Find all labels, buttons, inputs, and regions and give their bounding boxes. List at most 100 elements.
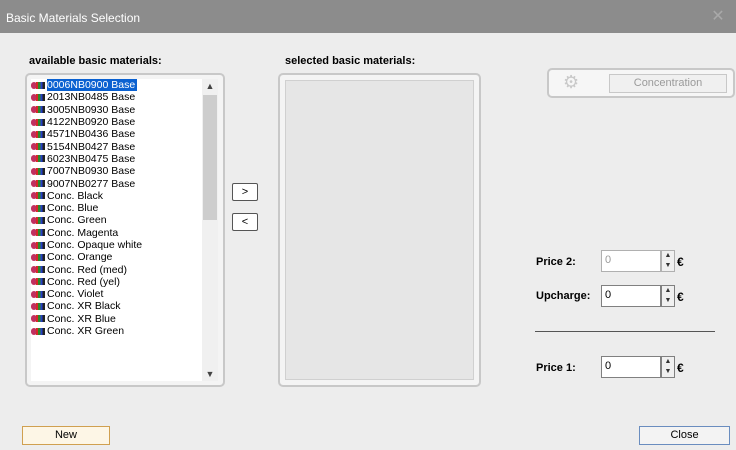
list-item-label: Conc. XR Green [47, 325, 125, 338]
new-button[interactable]: New [22, 426, 110, 445]
material-icon [31, 290, 45, 299]
list-item-label: 3005NB0930 Base [47, 103, 136, 116]
list-item-label: 7007NB0930 Base [47, 165, 136, 178]
list-item[interactable]: 4571NB0436 Base [31, 128, 218, 140]
scroll-up-icon[interactable]: ▲ [202, 79, 218, 93]
material-icon [31, 265, 45, 274]
list-item[interactable]: 5154NB0427 Base [31, 140, 218, 153]
list-item[interactable]: Conc. XR Green [31, 325, 218, 337]
material-icon [31, 142, 45, 151]
price2-label: Price 2: [536, 256, 576, 268]
list-item-label: 4571NB0436 Base [47, 128, 136, 141]
material-icon [31, 130, 45, 139]
list-item[interactable]: Conc. Orange [31, 251, 218, 263]
upcharge-currency: € [677, 290, 684, 304]
remove-material-button[interactable]: < [232, 213, 258, 231]
close-button[interactable]: Close [639, 426, 730, 445]
list-item-label: 5154NB0427 Base [47, 140, 136, 153]
list-item[interactable]: 7007NB0930 Base [31, 165, 218, 177]
available-list-scrollbar[interactable]: ▲ ▼ [202, 79, 218, 381]
list-item-label: 2013NB0485 Base [47, 91, 136, 104]
list-item[interactable]: 2013NB0485 Base [31, 91, 218, 103]
add-material-button[interactable]: > [232, 183, 258, 201]
list-item[interactable]: Conc. Opaque white [31, 239, 218, 251]
list-item[interactable]: 4122NB0920 Base [31, 116, 218, 128]
price2-field[interactable]: 0 [601, 250, 661, 272]
list-item[interactable]: Conc. Violet [31, 288, 218, 300]
material-icon [31, 154, 45, 163]
material-icon [31, 228, 45, 237]
price-divider [535, 331, 715, 332]
upcharge-field[interactable]: 0 [601, 285, 661, 307]
close-icon[interactable]: ✕ [708, 7, 728, 27]
material-icon [31, 327, 45, 336]
available-materials-label: available basic materials: [29, 55, 162, 67]
list-item[interactable]: Conc. Blue [31, 202, 218, 214]
material-icon [31, 216, 45, 225]
list-item-label: 9007NB0277 Base [47, 177, 136, 190]
price1-stepper[interactable]: ▲ ▼ [661, 356, 675, 378]
material-icon [31, 167, 45, 176]
list-item-label: Conc. Red (med) [47, 263, 127, 276]
list-item-label: Conc. XR Blue [47, 312, 116, 325]
list-item[interactable]: 6023NB0475 Base [31, 153, 218, 165]
upcharge-stepper[interactable]: ▲ ▼ [661, 285, 675, 307]
list-item[interactable]: Conc. XR Blue [31, 313, 218, 325]
window-title: Basic Materials Selection [6, 11, 141, 25]
list-item[interactable]: Conc. XR Black [31, 300, 218, 312]
material-icon [31, 179, 45, 188]
price2-up-icon[interactable]: ▲ [662, 251, 674, 261]
material-icon [31, 302, 45, 311]
list-item[interactable]: 9007NB0277 Base [31, 177, 218, 190]
list-item[interactable]: Conc. Red (med) [31, 263, 218, 276]
selected-materials-label: selected basic materials: [285, 55, 416, 67]
gear-icon: ⚙ [563, 72, 580, 92]
price2-stepper[interactable]: ▲ ▼ [661, 250, 675, 272]
material-icon [31, 253, 45, 262]
price1-down-icon[interactable]: ▼ [662, 367, 674, 377]
list-item-label: Conc. Black [47, 189, 104, 202]
material-icon [31, 241, 45, 250]
material-icon [31, 314, 45, 323]
upcharge-label: Upcharge: [536, 290, 591, 302]
scroll-down-icon[interactable]: ▼ [202, 367, 218, 381]
list-item[interactable]: Conc. Red (yel) [31, 276, 218, 288]
material-icon [31, 277, 45, 286]
upcharge-down-icon[interactable]: ▼ [662, 296, 674, 306]
material-icon [31, 81, 45, 90]
list-item[interactable]: 3005NB0930 Base [31, 104, 218, 116]
price1-currency: € [677, 361, 684, 375]
selected-list-inner [285, 80, 474, 380]
list-item[interactable]: Conc. Black [31, 190, 218, 202]
list-item-label: Conc. Opaque white [47, 239, 143, 251]
material-icon [31, 204, 45, 213]
concentration-button[interactable]: Concentration [609, 74, 727, 93]
price2-down-icon[interactable]: ▼ [662, 261, 674, 271]
material-icon [31, 118, 45, 127]
selected-materials-list[interactable] [278, 73, 481, 387]
concentration-panel: ⚙ Concentration [547, 68, 735, 98]
list-item-label: 4122NB0920 Base [47, 116, 136, 129]
list-item-label: 6023NB0475 Base [47, 152, 136, 165]
list-item-label: Conc. XR Black [47, 300, 121, 313]
price1-label: Price 1: [536, 362, 576, 374]
list-item[interactable]: 0006NB0900 Base [31, 79, 218, 92]
list-item-label: Conc. Orange [47, 251, 113, 264]
list-item-label: Conc. Magenta [47, 226, 119, 239]
available-materials-list[interactable]: 0006NB0900 Base 2013NB0485 Base 3005NB0930… [31, 79, 218, 381]
list-item[interactable]: Conc. Magenta [31, 227, 218, 239]
list-item-label: 0006NB0900 Base [47, 79, 138, 92]
title-bar: Basic Materials Selection ✕ [0, 0, 736, 33]
list-item-label: Conc. Red (yel) [47, 275, 120, 288]
list-item-label: Conc. Blue [47, 202, 99, 215]
list-item-label: Conc. Violet [47, 288, 104, 301]
price1-up-icon[interactable]: ▲ [662, 357, 674, 367]
material-icon [31, 93, 45, 102]
price2-currency: € [677, 255, 684, 269]
price1-field[interactable]: 0 [601, 356, 661, 378]
scrollbar-thumb[interactable] [203, 95, 217, 220]
list-item[interactable]: Conc. Green [31, 214, 218, 226]
list-item-label: Conc. Green [47, 214, 107, 227]
upcharge-up-icon[interactable]: ▲ [662, 286, 674, 296]
material-icon [31, 191, 45, 200]
